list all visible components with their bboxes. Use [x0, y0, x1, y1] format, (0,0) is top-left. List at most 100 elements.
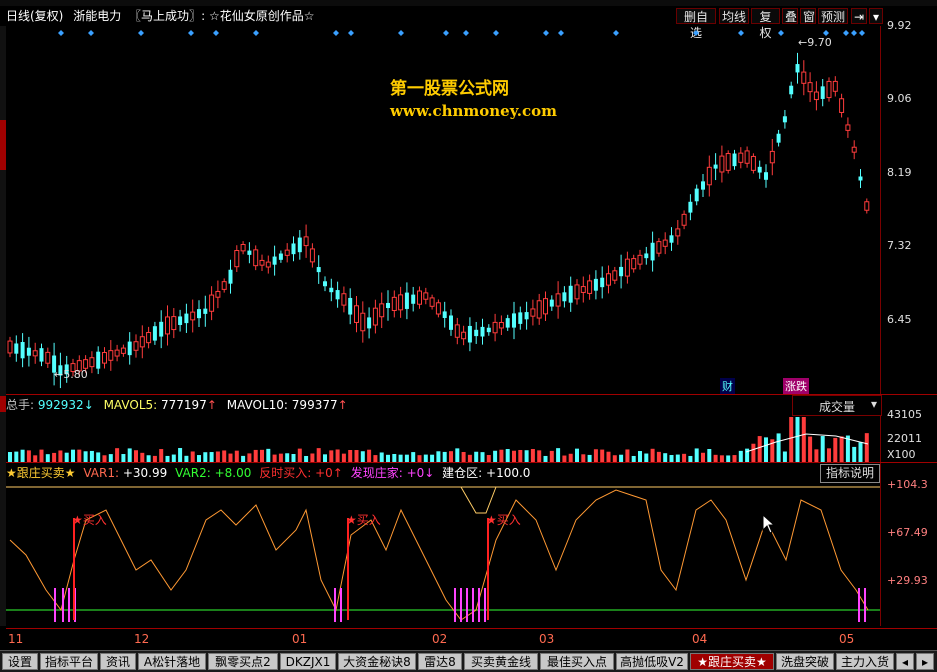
tab-formula[interactable]: 雷达8 [418, 653, 462, 670]
candle [593, 278, 598, 291]
title-text: 日线(复权) 浙能电力 〖马上成功〗: ☆花仙女原创作品☆ [6, 9, 315, 23]
found-label: 发现庄家: [350, 466, 403, 480]
adjust-button[interactable]: 复权 [751, 8, 780, 40]
volume-bar [656, 451, 661, 462]
volume-bar [663, 453, 668, 462]
volume-bar [625, 449, 630, 462]
candle [184, 313, 189, 324]
candle [152, 326, 157, 341]
window-button[interactable]: 窗 [800, 8, 816, 24]
candle [178, 316, 183, 325]
watermark-url: www.chnmoney.com [390, 102, 557, 120]
candle [637, 254, 643, 265]
period-label[interactable]: 日线(复权) [6, 9, 63, 23]
indicator-chart[interactable]: ★买入 ★买入 ★买入 [6, 480, 880, 628]
var1-value: +30.99 [122, 466, 168, 480]
finance-badge[interactable]: 财 [720, 378, 735, 394]
overlay-button[interactable]: 叠 [782, 8, 798, 24]
candle [348, 297, 353, 315]
tab-formula-active[interactable]: ★跟庄买卖★ [690, 653, 774, 670]
ind-axis-label: +29.93 [887, 574, 928, 587]
tab-scroll-right-icon[interactable]: ▸ [916, 653, 934, 670]
date-label: 12 [134, 632, 150, 646]
tab-indicator-platform[interactable]: 指标平台 [40, 653, 98, 670]
candle [435, 302, 441, 315]
chevron-down-icon[interactable]: ▾ [869, 8, 883, 24]
candle [612, 270, 618, 281]
candle [259, 259, 265, 266]
ma-button[interactable]: 均线 [719, 8, 749, 24]
tab-formula[interactable]: 高抛低吸V2 [616, 653, 688, 670]
volume-bar [367, 449, 372, 462]
volume-bar [808, 436, 813, 462]
volume-bar [360, 451, 365, 462]
volume-bar [171, 454, 176, 462]
candle [536, 300, 542, 319]
volume-bar [404, 454, 409, 462]
tab-formula[interactable]: 洗盘突破 [776, 653, 834, 670]
candle [247, 250, 252, 255]
tab-scroll-left-icon[interactable]: ◂ [896, 653, 914, 670]
build-label: 建仓区: [442, 466, 483, 480]
candle [474, 329, 479, 337]
signal-diamond-icon [859, 30, 865, 36]
candle [725, 153, 731, 171]
found-bar [54, 588, 56, 622]
tab-formula[interactable]: 主力入货 [836, 653, 894, 670]
indicator-name[interactable]: ★跟庄买卖★ [6, 466, 76, 480]
candle [619, 266, 624, 277]
candle [7, 340, 13, 354]
candle [83, 359, 89, 369]
limit-badge[interactable]: 涨跌 [783, 378, 809, 394]
candle [656, 241, 662, 254]
tab-formula[interactable]: 大资金秘诀8 [338, 653, 416, 670]
tab-formula[interactable]: A松针落地 [138, 653, 206, 670]
candle [284, 249, 290, 256]
date-label: 11 [8, 632, 24, 646]
candle [518, 312, 523, 324]
candle [845, 124, 851, 131]
total-label: 总手: [6, 398, 35, 412]
candle [278, 253, 283, 260]
tab-formula[interactable]: 买卖黄金线 [464, 653, 538, 670]
signal-diamond-icon [333, 30, 339, 36]
build-value: +100.0 [486, 466, 531, 480]
axis-label: 8.19 [887, 166, 912, 179]
volume-bar [115, 448, 120, 462]
candle [89, 357, 95, 368]
candle [480, 326, 485, 337]
volume-bar [354, 450, 359, 462]
candle [386, 302, 390, 309]
candle [165, 316, 170, 335]
tab-settings[interactable]: 设置 [2, 653, 38, 670]
candle [524, 312, 529, 320]
delete-watchlist-button[interactable]: 删自选 [676, 8, 716, 40]
found-bar [864, 588, 866, 622]
forecast-button[interactable]: 预测 [818, 8, 848, 24]
volume-bar [568, 453, 573, 462]
candle [423, 292, 429, 300]
volume-bar [650, 448, 655, 462]
tab-formula[interactable]: DKZJX1 [280, 653, 336, 670]
signal-diamond-icon [843, 30, 849, 36]
volume-bar [272, 454, 277, 462]
volume-bar [253, 449, 258, 462]
volume-bar [203, 452, 208, 462]
candle [498, 321, 504, 329]
tab-formula[interactable]: 最佳买入点 [540, 653, 614, 670]
volume-bar [285, 453, 290, 462]
tab-formula[interactable]: 飘零买点2 [208, 653, 278, 670]
signal-diamond-icon [463, 30, 469, 36]
pane-divider[interactable] [6, 462, 937, 463]
candle [228, 269, 233, 284]
candle [669, 235, 674, 243]
volume-bar [757, 436, 762, 462]
candle [624, 258, 630, 277]
tab-news[interactable]: 资讯 [100, 653, 136, 670]
candle [769, 150, 775, 164]
arrow-right-icon[interactable]: ⇥ [851, 8, 867, 24]
signal-diamond-icon [443, 30, 449, 36]
signal-diamond-icon [493, 30, 499, 36]
volume-bar [323, 454, 327, 462]
volume-chart[interactable] [6, 412, 880, 462]
